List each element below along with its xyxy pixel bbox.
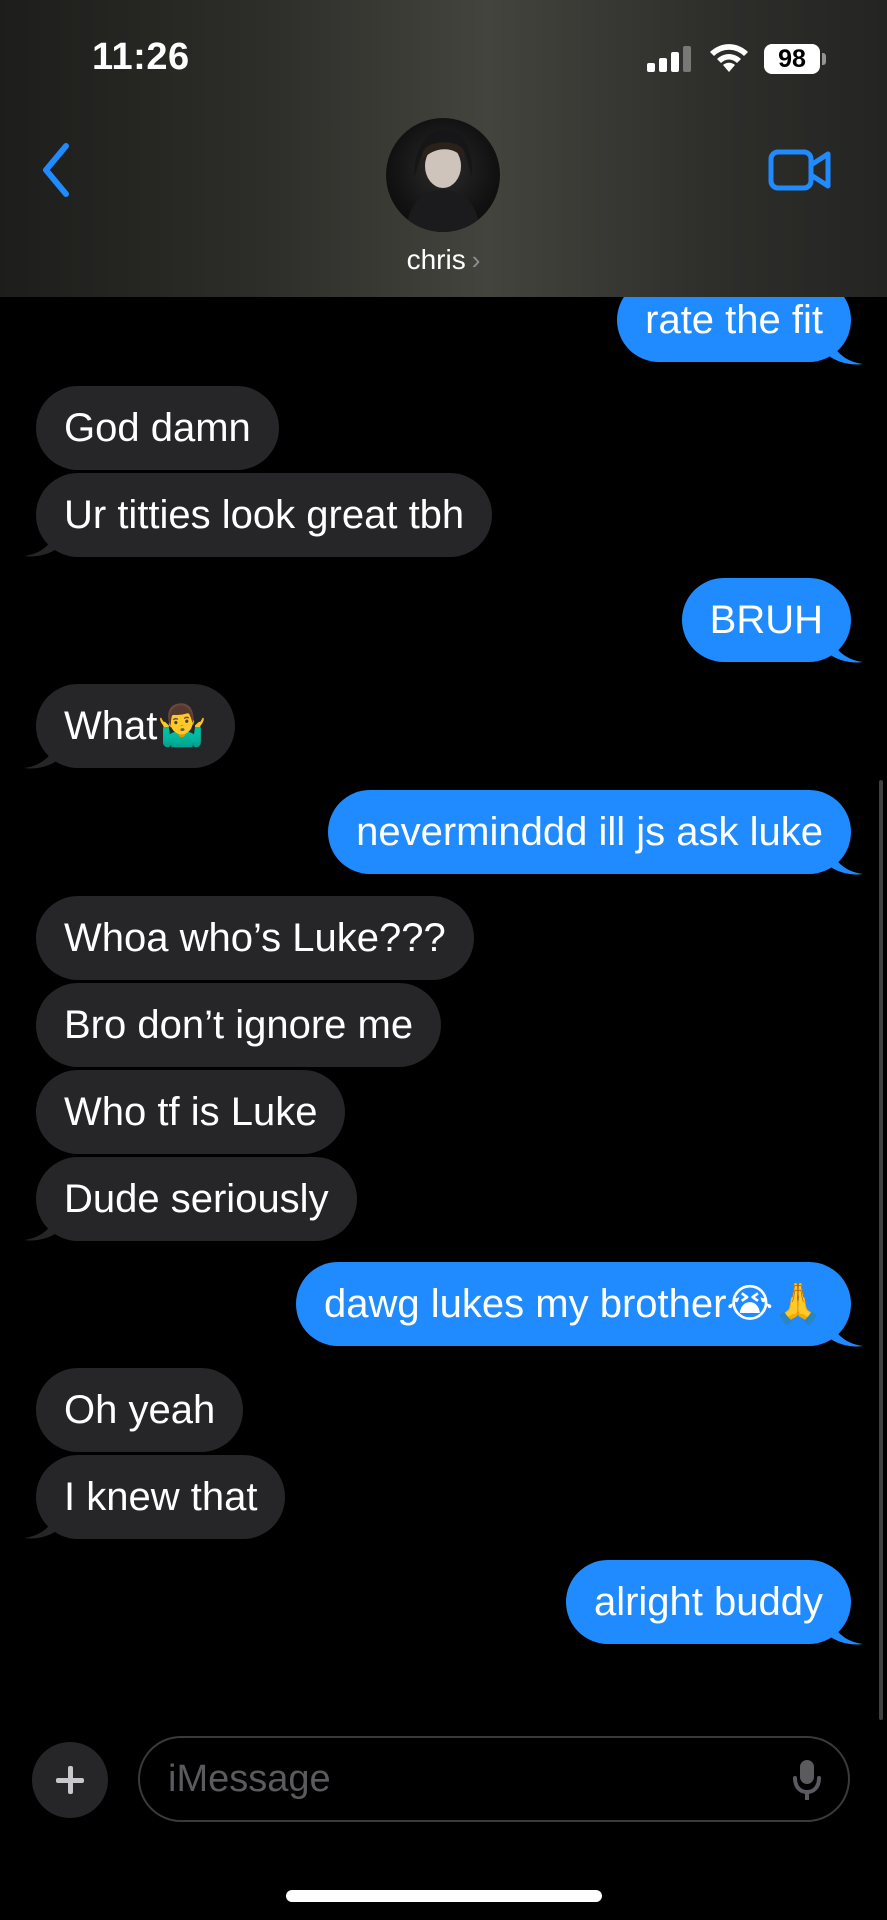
outgoing-message[interactable]: neverminddd ill js ask luke [328,790,851,874]
bubble-tail-icon [829,1616,863,1645]
battery-icon: 98 [764,44,820,74]
bubble-tail-icon [24,528,58,557]
incoming-message[interactable]: Whoa who’s Luke??? [36,896,474,980]
contact-avatar[interactable] [386,118,500,232]
cellular-signal-icon [647,46,691,72]
scroll-indicator[interactable] [879,780,883,1720]
incoming-message[interactable]: Ur titties look great tbh [36,473,493,557]
message-input[interactable]: iMessage [138,1736,850,1822]
outgoing-message[interactable]: BRUH [681,578,851,662]
battery-nub [822,53,826,65]
bubble-tail-icon [24,1510,58,1539]
contact-name[interactable]: chris › [0,244,887,276]
incoming-message[interactable]: Oh yeah [36,1368,244,1452]
back-chevron-icon[interactable] [36,140,80,200]
incoming-message[interactable]: Who tf is Luke [36,1070,346,1154]
incoming-message[interactable]: Bro don’t ignore me [36,983,442,1067]
outgoing-message[interactable]: dawg lukes my brother😭🙏 [296,1262,851,1346]
conversation-header: 11:26 98 chris › [0,0,887,297]
bubble-tail-icon [24,1212,58,1241]
video-call-icon[interactable] [768,148,832,192]
person-silhouette-icon [406,130,480,232]
microphone-icon[interactable] [792,1758,822,1802]
bubble-tail-icon [829,634,863,663]
bubble-tail-icon [829,336,863,365]
bubble-tail-icon [829,1318,863,1347]
wifi-icon [710,44,748,72]
bubble-tail-icon [24,740,58,769]
incoming-message[interactable]: God damn [36,386,279,470]
incoming-message[interactable]: Dude seriously [36,1157,357,1241]
outgoing-message[interactable]: alright buddy [565,1560,851,1644]
message-input-placeholder: iMessage [168,1758,331,1800]
incoming-message[interactable]: I knew that [36,1455,286,1539]
chevron-right-icon: › [471,245,481,275]
bubble-tail-icon [829,846,863,875]
contact-name-label: chris [406,244,466,275]
home-indicator[interactable] [286,1890,602,1902]
add-attachment-button[interactable] [32,1742,108,1818]
incoming-message[interactable]: What🤷‍♂️ [36,684,236,768]
status-time: 11:26 [92,36,190,78]
